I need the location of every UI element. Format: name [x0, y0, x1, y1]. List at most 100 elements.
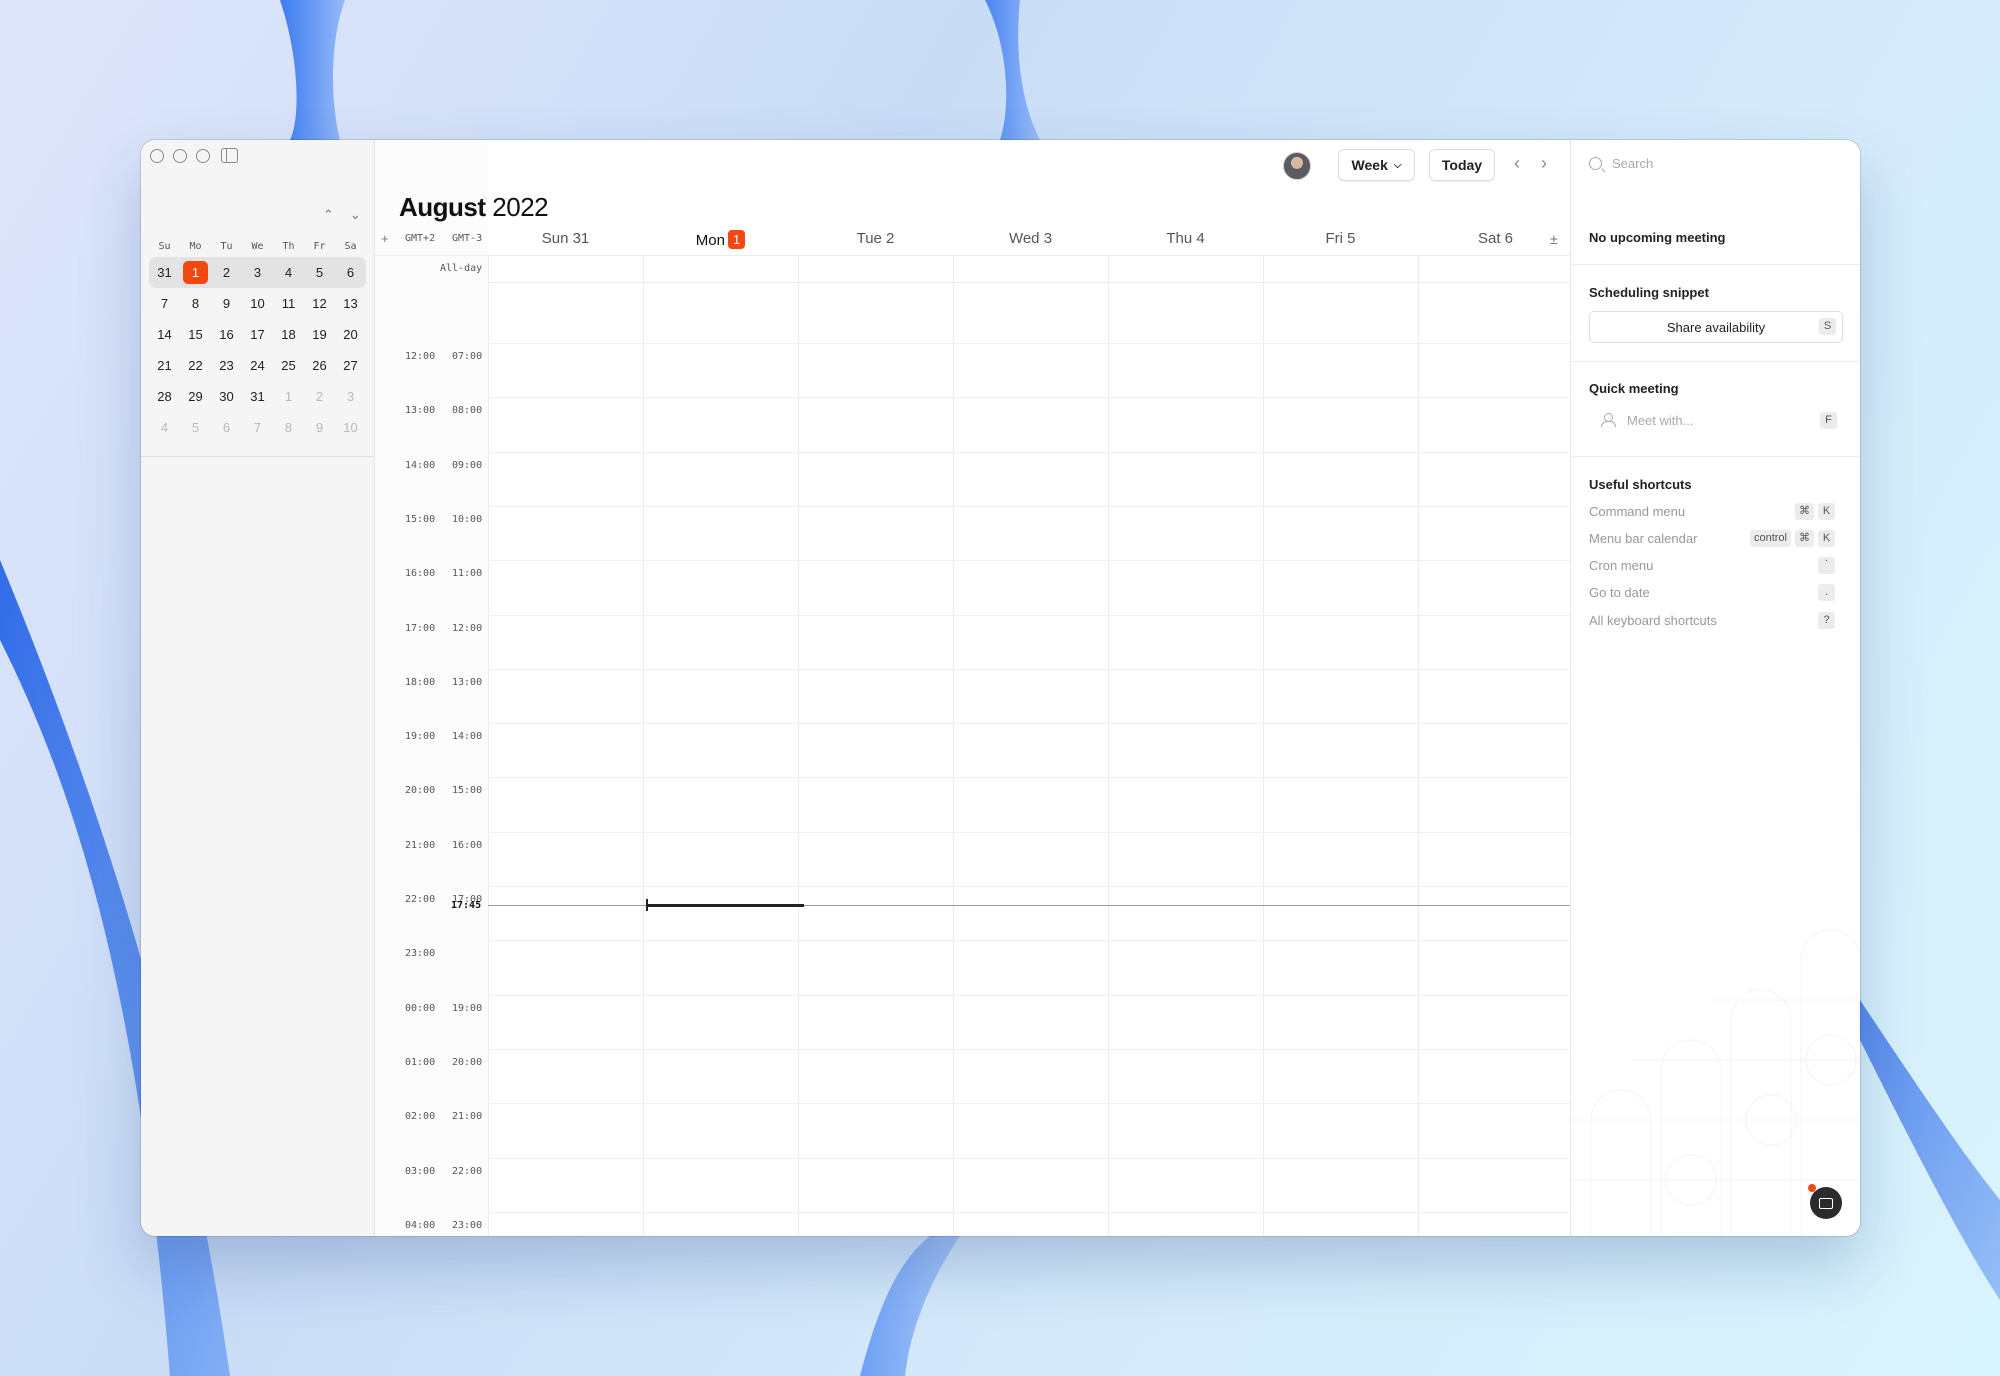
mini-calendar-day[interactable]: 17	[242, 327, 273, 342]
mini-calendar-day[interactable]: 21	[149, 358, 180, 373]
shortcut-keys: `	[1818, 557, 1835, 575]
hour-line	[488, 451, 1570, 453]
time-label-secondary: 16:00	[452, 839, 483, 851]
search-input[interactable]: Search	[1589, 156, 1653, 171]
mini-calendar-day[interactable]: 8	[273, 420, 304, 435]
mini-calendar-day[interactable]: 15	[180, 327, 211, 342]
day-header[interactable]: Fri 5	[1263, 230, 1418, 252]
share-availability-button[interactable]: Share availability S	[1589, 311, 1843, 343]
day-header[interactable]: Tue 2	[798, 230, 953, 252]
mini-calendar-day[interactable]: 19	[304, 327, 335, 342]
mini-calendar-day[interactable]: 12	[304, 296, 335, 311]
mini-calendar-day[interactable]: 9	[211, 296, 242, 311]
chevron-left-icon[interactable]: ‹	[1514, 153, 1520, 174]
mini-calendar-day[interactable]: 1	[183, 261, 208, 284]
mini-calendar-day[interactable]: 22	[180, 358, 211, 373]
time-label-primary: 17:00	[405, 622, 436, 634]
time-label-secondary: 14:00	[452, 731, 483, 743]
mini-calendar-day[interactable]: 18	[273, 327, 304, 342]
mini-calendar-day[interactable]: 11	[273, 296, 304, 311]
time-label-primary: 20:00	[405, 785, 436, 797]
mini-calendar-day[interactable]: 14	[149, 327, 180, 342]
minimize-window-button[interactable]	[173, 149, 187, 163]
chevron-right-icon[interactable]: ›	[1541, 153, 1547, 174]
shortcut-keys: control ⌘ K	[1749, 529, 1835, 547]
mini-calendar-day[interactable]: 4	[273, 265, 304, 280]
time-label-secondary: 20:00	[452, 1056, 483, 1068]
shortcut-label: Menu bar calendar	[1589, 530, 1698, 546]
today-button[interactable]: Today	[1429, 149, 1495, 181]
mini-calendar-day[interactable]: 23	[211, 358, 242, 373]
mini-calendar-day[interactable]: 2	[304, 389, 335, 404]
mini-calendar-day[interactable]: 3	[335, 389, 366, 404]
shortcut-key: ⌘	[1795, 502, 1814, 520]
day-column-divider	[1263, 256, 1264, 1236]
time-label-secondary: 15:00	[452, 785, 483, 797]
day-header[interactable]: Mon 1	[643, 230, 798, 252]
meet-with-input[interactable]: Meet with... F	[1589, 408, 1843, 432]
chevron-down-icon[interactable]: ⌄	[350, 207, 361, 223]
allday-label: All-day	[440, 263, 483, 274]
mini-calendar-day[interactable]: 10	[335, 420, 366, 435]
mini-calendar-day[interactable]: 6	[211, 420, 242, 435]
hour-line	[488, 831, 1570, 833]
shortcut-row[interactable]: Go to date.	[1589, 582, 1835, 604]
mini-calendar-day[interactable]: 31	[149, 265, 180, 280]
day-header-label: Thu 4	[1166, 230, 1205, 247]
mini-calendar-day[interactable]: 20	[335, 327, 366, 342]
day-header[interactable]: Sun 31	[488, 230, 643, 252]
mini-calendar-week: 31 1 2 3 4 5 6	[149, 257, 366, 288]
time-label-secondary: 13:00	[452, 676, 483, 688]
mini-calendar-day[interactable]: 3	[242, 265, 273, 280]
mini-calendar-day[interactable]: 26	[304, 358, 335, 373]
day-header-label: Fri 5	[1325, 230, 1356, 247]
shortcuts-title: Useful shortcuts	[1589, 477, 1692, 492]
shortcut-row[interactable]: Cron menu `	[1589, 555, 1835, 577]
time-label-primary: 21:00	[405, 839, 436, 851]
mini-calendar-day[interactable]: 1	[273, 389, 304, 404]
add-timezone-button[interactable]: +	[381, 231, 389, 251]
shortcut-row[interactable]: Menu bar calendar control ⌘ K	[1589, 527, 1835, 549]
mini-calendar-day[interactable]: 13	[335, 296, 366, 311]
mini-calendar-day[interactable]: 7	[149, 296, 180, 311]
day-header-label: Tue 2	[856, 230, 895, 247]
mini-calendar-day[interactable]: 30	[211, 389, 242, 404]
chat-button[interactable]	[1810, 1187, 1842, 1219]
mini-calendar-day[interactable]: 6	[335, 265, 366, 280]
mini-calendar-day[interactable]: 7	[242, 420, 273, 435]
share-availability-label: Share availability	[1666, 319, 1766, 335]
mini-calendar-day[interactable]: 25	[273, 358, 304, 373]
mini-calendar-day[interactable]: 16	[211, 327, 242, 342]
hour-line	[488, 723, 1570, 725]
mini-calendar-day[interactable]: 29	[180, 389, 211, 404]
mini-calendar-day[interactable]: 27	[335, 358, 366, 373]
close-window-button[interactable]	[150, 149, 164, 163]
day-header[interactable]: Wed 3	[953, 230, 1108, 252]
expand-days-button[interactable]: ±	[1550, 231, 1558, 247]
shortcut-key: .	[1818, 584, 1835, 602]
shortcut-row[interactable]: Command menu ⌘ K	[1589, 500, 1835, 522]
zoom-window-button[interactable]	[196, 149, 210, 163]
day-column-divider	[488, 256, 489, 1236]
shortcut-keys: ?	[1818, 611, 1835, 629]
mini-calendar-day[interactable]: 8	[180, 296, 211, 311]
shortcut-row[interactable]: All keyboard shortcuts?	[1589, 609, 1835, 631]
mini-calendar-day[interactable]: 28	[149, 389, 180, 404]
day-header[interactable]: Thu 4	[1108, 230, 1263, 252]
mini-calendar-day[interactable]: 5	[180, 420, 211, 435]
mini-calendar-day[interactable]: 9	[304, 420, 335, 435]
mini-calendar-day[interactable]: 31	[242, 389, 273, 404]
right-panel: Search No upcoming meeting Scheduling sn…	[1570, 140, 1860, 1236]
avatar[interactable]	[1283, 152, 1311, 180]
mini-calendar-day[interactable]: 2	[211, 265, 242, 280]
chevron-up-icon[interactable]: ⌃	[323, 207, 334, 223]
mini-calendar-day[interactable]: 4	[149, 420, 180, 435]
mini-calendar-day[interactable]: 24	[242, 358, 273, 373]
mini-calendar-day[interactable]: 10	[242, 296, 273, 311]
view-select[interactable]: Week ⌵	[1338, 149, 1415, 181]
mini-calendar-day[interactable]: 5	[304, 265, 335, 280]
weekday-label: We	[251, 240, 264, 252]
hour-line	[488, 668, 1570, 670]
calendar-grid[interactable]	[488, 256, 1574, 1236]
sidebar-toggle-icon[interactable]	[221, 148, 238, 163]
